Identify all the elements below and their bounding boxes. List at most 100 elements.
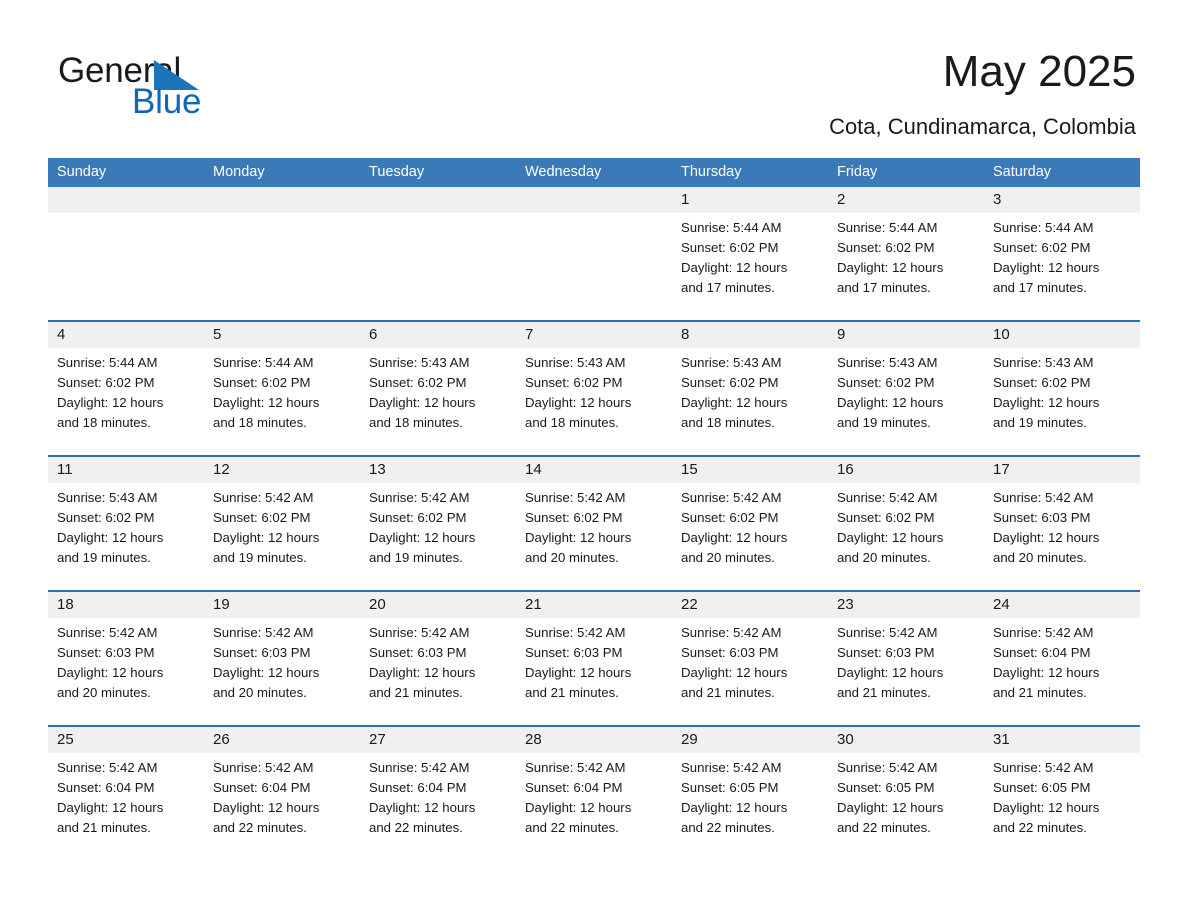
calendar-day-cell[interactable]: 6 Sunrise: 5:43 AM Sunset: 6:02 PM Daylight… [360, 322, 516, 455]
day-number: 17 [993, 461, 1010, 478]
sunset-time: Sunset: 6:02 PM [993, 240, 1091, 255]
daylight-duration-line2: and 20 minutes. [525, 550, 619, 565]
sunset-time: Sunset: 6:03 PM [369, 645, 467, 660]
calendar-day-cell[interactable]: 15 Sunrise: 5:42 AM Sunset: 6:02 PM Dayligh… [672, 457, 828, 590]
sunset-time: Sunset: 6:03 PM [681, 645, 779, 660]
daylight-duration-line1: Daylight: 12 hours [837, 800, 944, 815]
daylight-duration-line2: and 17 minutes. [681, 280, 775, 295]
general-blue-logo[interactable]: General Blue [58, 52, 318, 124]
calendar-day-cell[interactable]: 2 Sunrise: 5:44 AM Sunset: 6:02 PM Daylight… [828, 187, 984, 320]
day-number-band [828, 187, 984, 213]
calendar-day-cell[interactable]: 1 Sunrise: 5:44 AM Sunset: 6:02 PM Daylight… [672, 187, 828, 320]
daylight-duration-line2: and 19 minutes. [837, 415, 931, 430]
calendar-day-cell[interactable]: 10 Sunrise: 5:43 AM Sunset: 6:02 PM Dayligh… [984, 322, 1140, 455]
calendar-day-cell[interactable]: 12 Sunrise: 5:42 AM Sunset: 6:02 PM Dayligh… [204, 457, 360, 590]
sunrise-time: Sunrise: 5:42 AM [213, 760, 314, 775]
day-number: 2 [837, 191, 846, 208]
sunset-time: Sunset: 6:02 PM [837, 240, 935, 255]
calendar-day-cell[interactable]: 30 Sunrise: 5:42 AM Sunset: 6:05 PM Dayligh… [828, 727, 984, 860]
calendar-day-cell[interactable]: 13 Sunrise: 5:42 AM Sunset: 6:02 PM Dayligh… [360, 457, 516, 590]
calendar-day-cell[interactable]: 17 Sunrise: 5:42 AM Sunset: 6:03 PM Dayligh… [984, 457, 1140, 590]
calendar-day-cell[interactable]: 7 Sunrise: 5:43 AM Sunset: 6:02 PM Daylight… [516, 322, 672, 455]
sunrise-time: Sunrise: 5:43 AM [681, 355, 782, 370]
calendar-day-cell[interactable]: 20 Sunrise: 5:42 AM Sunset: 6:03 PM Dayligh… [360, 592, 516, 725]
page-subtitle-location: Cota, Cundinamarca, Colombia [829, 114, 1136, 139]
calendar-day-cell[interactable]: 16 Sunrise: 5:42 AM Sunset: 6:02 PM Dayligh… [828, 457, 984, 590]
calendar-day-cell[interactable]: 19 Sunrise: 5:42 AM Sunset: 6:03 PM Dayligh… [204, 592, 360, 725]
calendar-day-cell[interactable]: 5 Sunrise: 5:44 AM Sunset: 6:02 PM Daylight… [204, 322, 360, 455]
daylight-duration-line2: and 22 minutes. [213, 820, 307, 835]
calendar-week-row: 1 Sunrise: 5:44 AM Sunset: 6:02 PM Daylight… [48, 187, 1140, 320]
day-sun-info: Sunrise: 5:42 AM Sunset: 6:03 PM Daylight:… [681, 623, 824, 703]
daylight-duration-line2: and 19 minutes. [993, 415, 1087, 430]
sunrise-time: Sunrise: 5:43 AM [525, 355, 626, 370]
day-number: 14 [525, 461, 542, 478]
day-number-band [828, 322, 984, 348]
daylight-duration-line1: Daylight: 12 hours [525, 530, 632, 545]
calendar-day-cell[interactable]: 24 Sunrise: 5:42 AM Sunset: 6:04 PM Dayligh… [984, 592, 1140, 725]
sunrise-time: Sunrise: 5:42 AM [837, 490, 938, 505]
daylight-duration-line2: and 17 minutes. [837, 280, 931, 295]
calendar-day-cell[interactable]: 23 Sunrise: 5:42 AM Sunset: 6:03 PM Dayligh… [828, 592, 984, 725]
day-sun-info: Sunrise: 5:42 AM Sunset: 6:05 PM Daylight:… [837, 758, 980, 838]
calendar-day-cell[interactable]: 31 Sunrise: 5:42 AM Sunset: 6:05 PM Dayligh… [984, 727, 1140, 860]
daylight-duration-line1: Daylight: 12 hours [213, 665, 320, 680]
calendar-day-cell[interactable]: 21 Sunrise: 5:42 AM Sunset: 6:03 PM Dayligh… [516, 592, 672, 725]
day-number: 12 [213, 461, 230, 478]
calendar-day-cell[interactable]: 27 Sunrise: 5:42 AM Sunset: 6:04 PM Dayligh… [360, 727, 516, 860]
day-number: 20 [369, 596, 386, 613]
calendar-day-cell[interactable]: 9 Sunrise: 5:43 AM Sunset: 6:02 PM Daylight… [828, 322, 984, 455]
calendar-day-cell[interactable]: 25 Sunrise: 5:42 AM Sunset: 6:04 PM Dayligh… [48, 727, 204, 860]
daylight-duration-line2: and 19 minutes. [213, 550, 307, 565]
day-number: 1 [681, 191, 690, 208]
day-number: 5 [213, 326, 222, 343]
calendar-day-cell[interactable]: 3 Sunrise: 5:44 AM Sunset: 6:02 PM Daylight… [984, 187, 1140, 320]
daylight-duration-line2: and 21 minutes. [837, 685, 931, 700]
calendar-week-cells: 11 Sunrise: 5:43 AM Sunset: 6:02 PM Dayligh… [48, 457, 1140, 590]
calendar-day-cell[interactable]: 28 Sunrise: 5:42 AM Sunset: 6:04 PM Dayligh… [516, 727, 672, 860]
day-sun-info: Sunrise: 5:42 AM Sunset: 6:04 PM Daylight:… [993, 623, 1136, 703]
daylight-duration-line1: Daylight: 12 hours [369, 800, 476, 815]
calendar-day-cell[interactable]: 8 Sunrise: 5:43 AM Sunset: 6:02 PM Daylight… [672, 322, 828, 455]
sunset-time: Sunset: 6:05 PM [681, 780, 779, 795]
calendar-day-cell[interactable]: 29 Sunrise: 5:42 AM Sunset: 6:05 PM Dayligh… [672, 727, 828, 860]
calendar-day-cell[interactable]: 26 Sunrise: 5:42 AM Sunset: 6:04 PM Dayligh… [204, 727, 360, 860]
daylight-duration-line1: Daylight: 12 hours [681, 665, 788, 680]
sunrise-time: Sunrise: 5:42 AM [213, 490, 314, 505]
day-sun-info: Sunrise: 5:44 AM Sunset: 6:02 PM Daylight:… [993, 218, 1136, 298]
day-sun-info: Sunrise: 5:42 AM Sunset: 6:03 PM Daylight:… [837, 623, 980, 703]
day-sun-info: Sunrise: 5:42 AM Sunset: 6:04 PM Daylight:… [57, 758, 200, 838]
sunrise-time: Sunrise: 5:42 AM [213, 625, 314, 640]
calendar-day-cell[interactable]: 18 Sunrise: 5:42 AM Sunset: 6:03 PM Dayligh… [48, 592, 204, 725]
day-sun-info: Sunrise: 5:43 AM Sunset: 6:02 PM Daylight:… [681, 353, 824, 433]
day-sun-info: Sunrise: 5:42 AM Sunset: 6:04 PM Daylight:… [525, 758, 668, 838]
weekday-header-tuesday: Tuesday [369, 164, 425, 180]
sunrise-time: Sunrise: 5:42 AM [837, 760, 938, 775]
sunset-time: Sunset: 6:04 PM [525, 780, 623, 795]
sunset-time: Sunset: 6:02 PM [837, 510, 935, 525]
calendar-day-cell[interactable]: 11 Sunrise: 5:43 AM Sunset: 6:02 PM Dayligh… [48, 457, 204, 590]
daylight-duration-line2: and 22 minutes. [837, 820, 931, 835]
day-number: 23 [837, 596, 854, 613]
daylight-duration-line2: and 17 minutes. [993, 280, 1087, 295]
day-number-band [48, 322, 204, 348]
day-number: 16 [837, 461, 854, 478]
sunset-time: Sunset: 6:04 PM [993, 645, 1091, 660]
day-number: 21 [525, 596, 542, 613]
sunset-time: Sunset: 6:02 PM [681, 510, 779, 525]
daylight-duration-line1: Daylight: 12 hours [681, 530, 788, 545]
daylight-duration-line1: Daylight: 12 hours [57, 800, 164, 815]
day-sun-info: Sunrise: 5:42 AM Sunset: 6:02 PM Daylight:… [525, 488, 668, 568]
sunset-time: Sunset: 6:03 PM [837, 645, 935, 660]
day-number: 9 [837, 326, 846, 343]
sunset-time: Sunset: 6:05 PM [837, 780, 935, 795]
calendar-day-cell[interactable]: 4 Sunrise: 5:44 AM Sunset: 6:02 PM Daylight… [48, 322, 204, 455]
day-sun-info: Sunrise: 5:42 AM Sunset: 6:03 PM Daylight:… [213, 623, 356, 703]
day-number-band [204, 187, 360, 213]
daylight-duration-line2: and 21 minutes. [57, 820, 151, 835]
weekday-header-monday: Monday [213, 164, 265, 180]
calendar-day-cell[interactable]: 22 Sunrise: 5:42 AM Sunset: 6:03 PM Dayligh… [672, 592, 828, 725]
day-number: 30 [837, 731, 854, 748]
sunset-time: Sunset: 6:02 PM [369, 375, 467, 390]
calendar-day-cell[interactable]: 14 Sunrise: 5:42 AM Sunset: 6:02 PM Dayligh… [516, 457, 672, 590]
